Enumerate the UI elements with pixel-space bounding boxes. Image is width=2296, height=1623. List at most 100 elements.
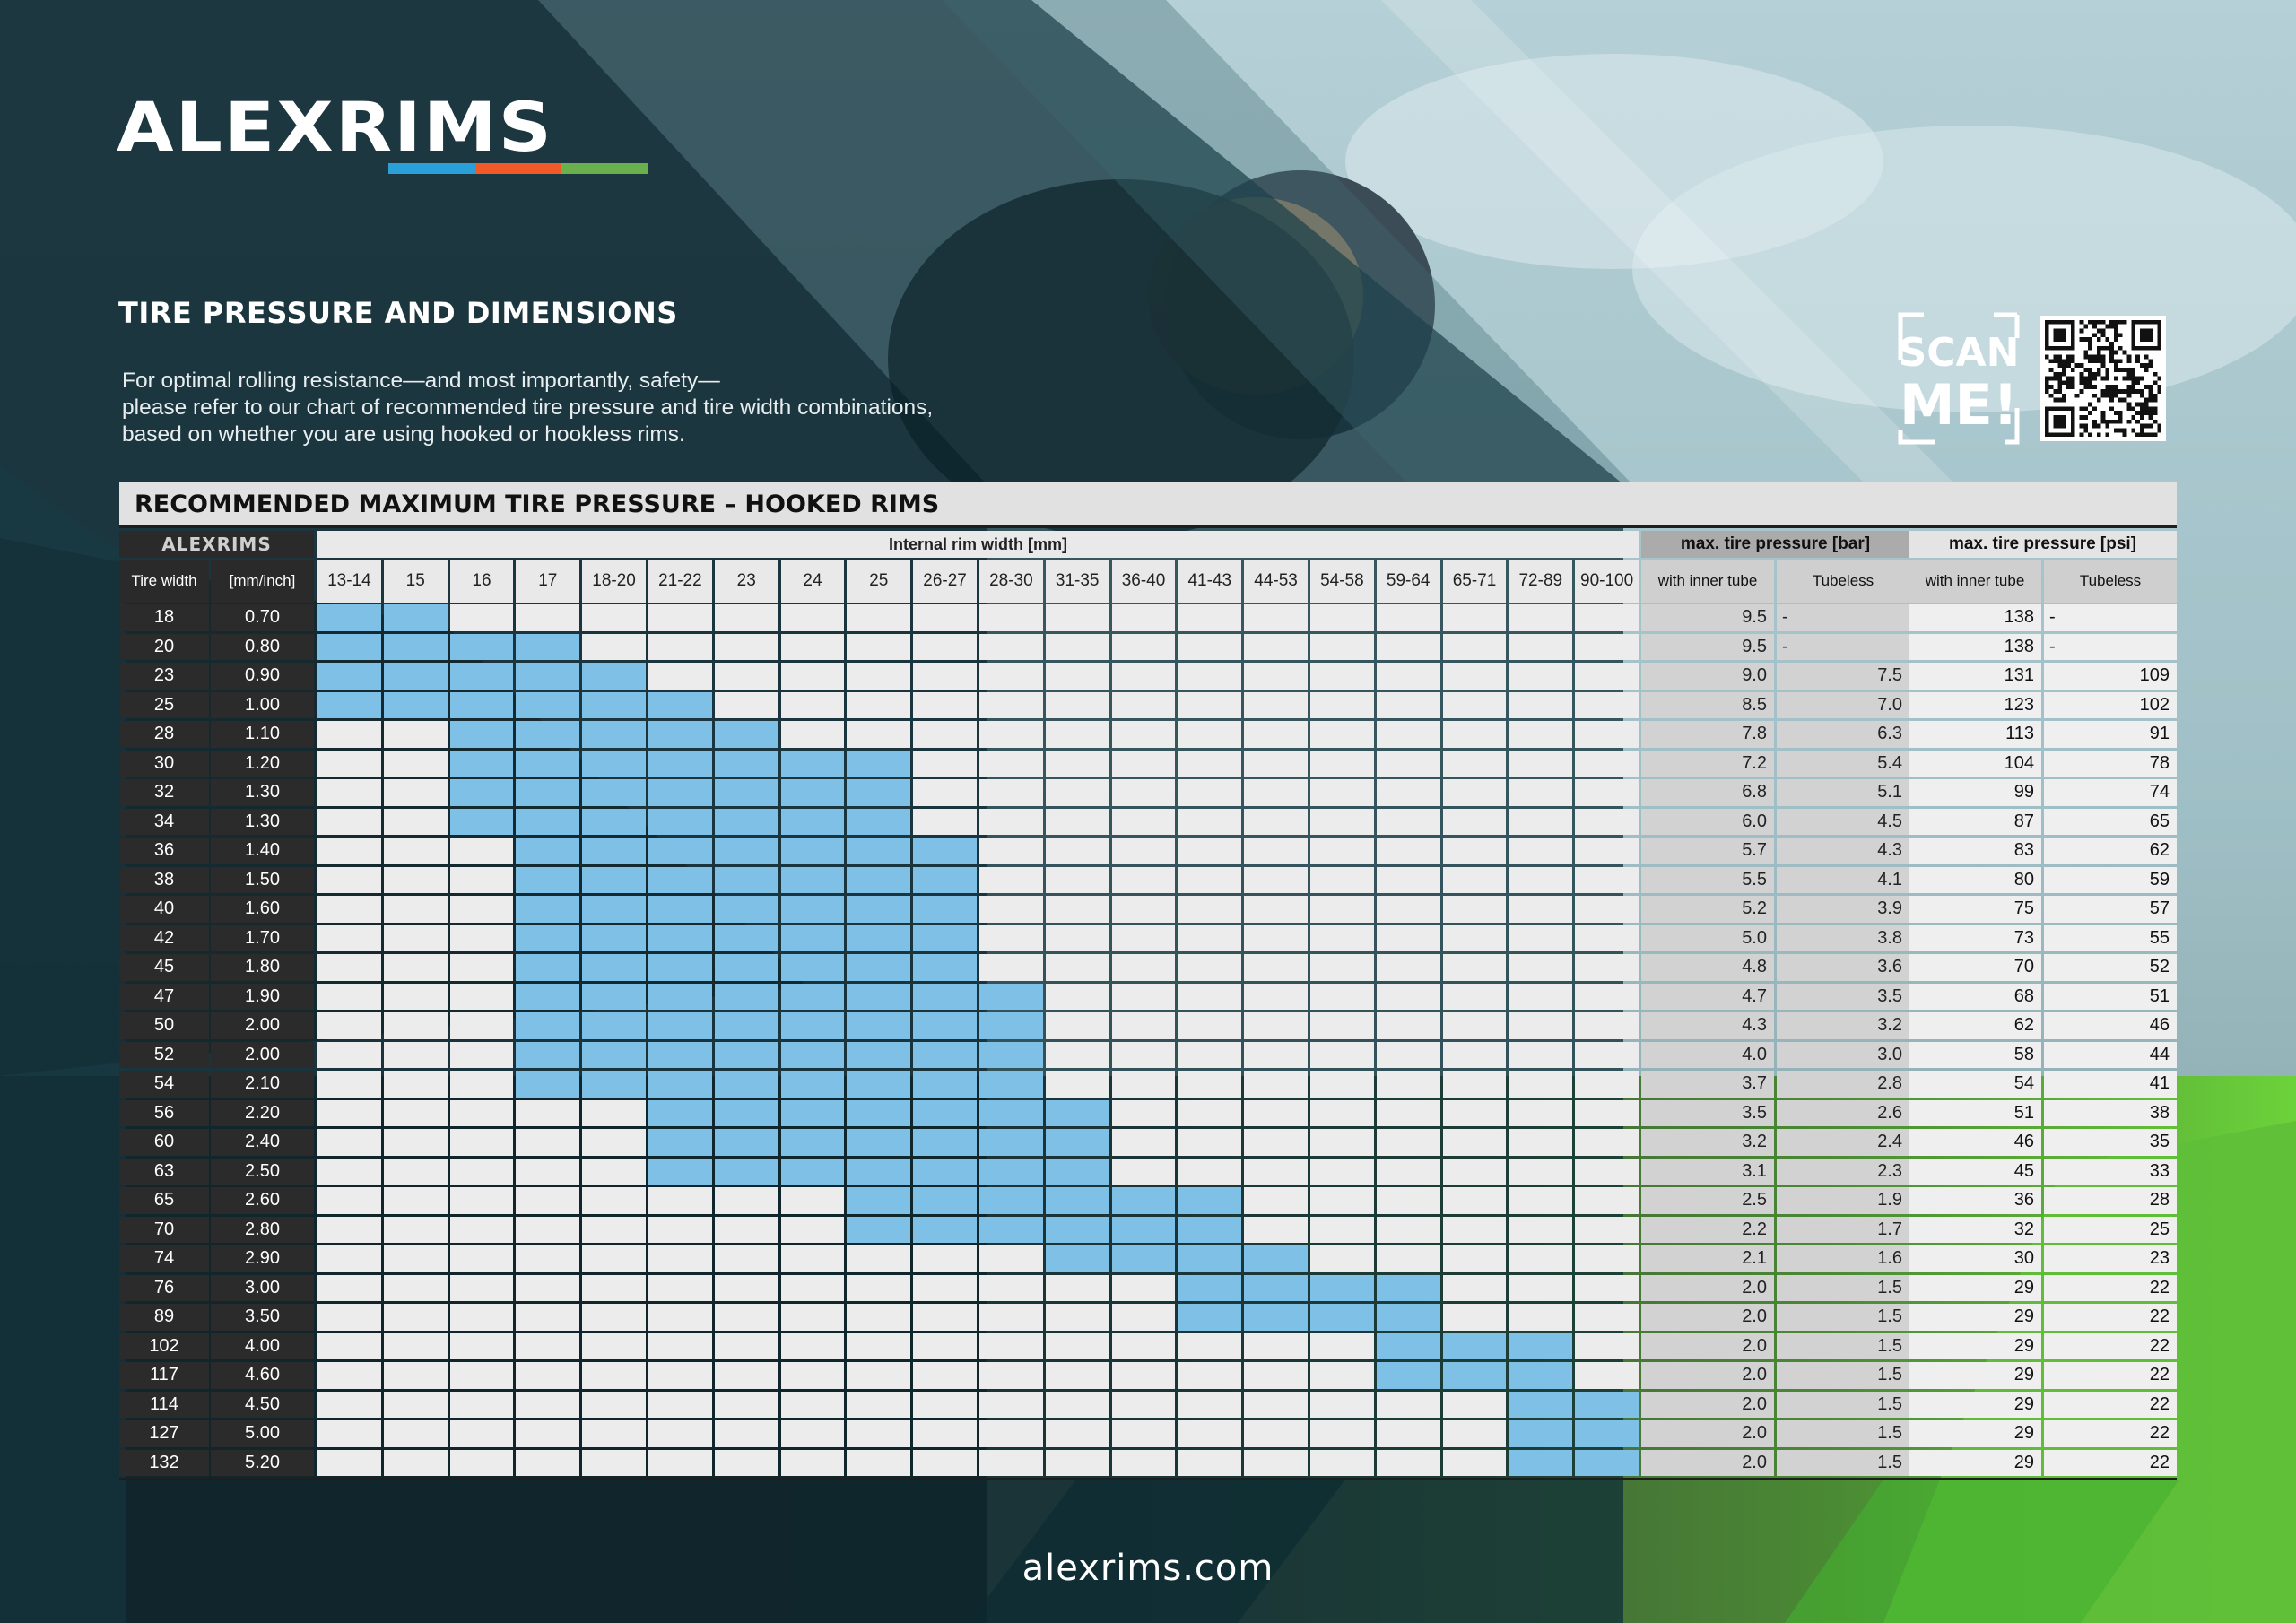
empty-cell: [516, 1158, 580, 1185]
empty-cell: [1509, 924, 1573, 951]
empty-cell: [317, 1304, 381, 1331]
empty-cell: [979, 1391, 1043, 1418]
compatible-cell: [1045, 1158, 1109, 1185]
compatible-cell: [1045, 1099, 1109, 1126]
empty-cell: [1509, 691, 1573, 718]
empty-cell: [1045, 954, 1109, 981]
empty-cell: [449, 1012, 514, 1039]
footer-website-link[interactable]: alexrims.com: [0, 1548, 2296, 1589]
empty-cell: [847, 1420, 911, 1447]
empty-cell: [913, 1245, 977, 1272]
rim-width-header: 13-14: [317, 560, 381, 603]
empty-cell: [1244, 1449, 1308, 1476]
compatible-cell: [1178, 1304, 1242, 1331]
empty-cell: [1376, 896, 1440, 923]
empty-cell: [1509, 663, 1573, 690]
empty-cell: [913, 779, 977, 806]
empty-cell: [1111, 808, 1176, 835]
empty-cell: [1310, 808, 1374, 835]
empty-cell: [1442, 1449, 1507, 1476]
empty-cell: [1178, 1362, 1242, 1389]
compatible-cell: [582, 866, 646, 893]
empty-cell: [449, 838, 514, 864]
psi-tubeless-value: 62: [2044, 838, 2177, 864]
empty-cell: [648, 1449, 712, 1476]
psi-inner-tube-value: 80: [1909, 866, 2041, 893]
empty-cell: [1244, 1187, 1308, 1214]
empty-cell: [913, 721, 977, 748]
tire-width-mm: 70: [119, 1216, 209, 1243]
psi-inner-tube-value: 51: [1909, 1099, 2041, 1126]
compatible-cell: [383, 604, 448, 631]
empty-cell: [1045, 721, 1109, 748]
empty-cell: [1045, 1391, 1109, 1418]
empty-cell: [979, 1245, 1043, 1272]
empty-cell: [1111, 691, 1176, 718]
empty-cell: [1575, 1129, 1639, 1156]
empty-cell: [1178, 924, 1242, 951]
bar-inner-tube-value: 6.0: [1641, 808, 1774, 835]
empty-cell: [1045, 779, 1109, 806]
empty-cell: [383, 779, 448, 806]
compatible-cell: [317, 663, 381, 690]
empty-cell: [383, 1274, 448, 1301]
bar-tubeless-value: 1.9: [1777, 1187, 1909, 1214]
qr-code-icon[interactable]: [2040, 316, 2166, 441]
empty-cell: [1178, 1332, 1242, 1359]
empty-cell: [847, 1449, 911, 1476]
bar-tubeless-value: 1.5: [1777, 1391, 1909, 1418]
bar-tubeless-value: 4.3: [1777, 838, 1909, 864]
psi-inner-tube-value: 45: [1909, 1158, 2041, 1185]
empty-cell: [516, 1420, 580, 1447]
compatible-cell: [1178, 1216, 1242, 1243]
empty-cell: [1509, 1158, 1573, 1185]
bar-tubeless-value: 5.4: [1777, 750, 1909, 777]
compatible-cell: [582, 808, 646, 835]
empty-cell: [979, 779, 1043, 806]
compatible-cell: [582, 896, 646, 923]
empty-cell: [582, 1216, 646, 1243]
compatible-cell: [1045, 1216, 1109, 1243]
empty-cell: [847, 721, 911, 748]
empty-cell: [1244, 1129, 1308, 1156]
compatible-cell: [913, 1012, 977, 1039]
empty-cell: [516, 1216, 580, 1243]
compatible-cell: [1509, 1362, 1573, 1389]
empty-cell: [1442, 1216, 1507, 1243]
bar-tubeless-value: 5.1: [1777, 779, 1909, 806]
empty-cell: [1111, 1158, 1176, 1185]
empty-cell: [648, 1216, 712, 1243]
compatible-cell: [714, 750, 778, 777]
empty-cell: [1310, 1099, 1374, 1126]
empty-cell: [1178, 1158, 1242, 1185]
compatible-cell: [383, 633, 448, 660]
tire-width-inch: 2.50: [211, 1158, 314, 1185]
psi-inner-tube-value: 68: [1909, 983, 2041, 1010]
empty-cell: [582, 1129, 646, 1156]
empty-cell: [780, 1304, 845, 1331]
bar-inner-tube-value: 2.0: [1641, 1332, 1774, 1359]
compatible-cell: [714, 924, 778, 951]
bar-inner-tube-value: 8.5: [1641, 691, 1774, 718]
empty-cell: [1310, 1187, 1374, 1214]
rim-width-header: 41-43: [1178, 560, 1242, 603]
rim-width-header: 25: [847, 560, 911, 603]
tire-width-mm: 63: [119, 1158, 209, 1185]
empty-cell: [516, 604, 580, 631]
tire-width-mm: 30: [119, 750, 209, 777]
bar-tubeless-value: 2.4: [1777, 1129, 1909, 1156]
empty-cell: [1376, 1099, 1440, 1126]
compatible-cell: [847, 1071, 911, 1098]
empty-cell: [1178, 808, 1242, 835]
bar-tubeless-value: 3.2: [1777, 1012, 1909, 1039]
table-bottom-border: [119, 1478, 2177, 1480]
empty-cell: [449, 1274, 514, 1301]
compatible-cell: [516, 721, 580, 748]
empty-cell: [516, 1245, 580, 1272]
empty-cell: [1310, 1391, 1374, 1418]
tire-width-inch: 1.10: [211, 721, 314, 748]
empty-cell: [1244, 750, 1308, 777]
empty-cell: [1310, 1362, 1374, 1389]
empty-cell: [1244, 924, 1308, 951]
empty-cell: [847, 604, 911, 631]
